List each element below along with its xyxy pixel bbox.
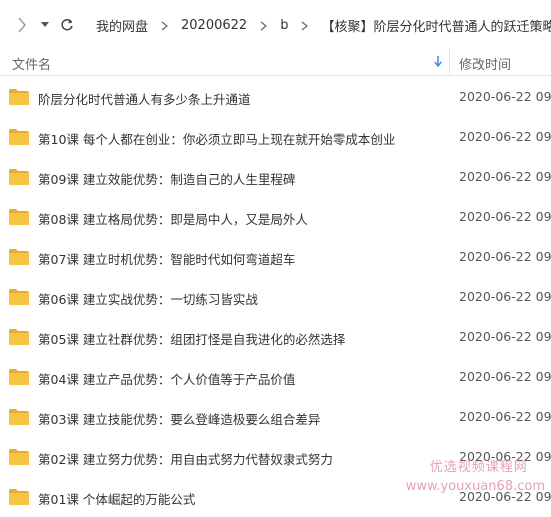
file-row[interactable]: 第07课 建立时机优势：智能时代如何弯道超车 2020-06-22 09:2 xyxy=(0,237,551,277)
file-modified-date: 2020-06-22 09:2 xyxy=(459,249,551,264)
file-row[interactable]: 阶层分化时代普通人有多少条上升通道 2020-06-22 09:2 xyxy=(0,77,551,117)
folder-icon xyxy=(9,89,29,105)
folder-icon xyxy=(9,129,29,145)
file-name: 第08课 建立格局优势：即是局中人，又是局外人 xyxy=(38,212,308,227)
folder-icon xyxy=(9,449,29,465)
breadcrumb-item[interactable]: 20200622 xyxy=(181,18,247,33)
history-dropdown-button[interactable] xyxy=(38,14,52,36)
refresh-button[interactable] xyxy=(56,14,78,36)
file-name: 阶层分化时代普通人有多少条上升通道 xyxy=(38,92,251,107)
folder-icon xyxy=(9,369,29,385)
folder-icon xyxy=(9,489,29,505)
caret-down-icon xyxy=(41,22,49,27)
column-divider[interactable] xyxy=(449,48,450,75)
file-modified-date: 2020-06-22 09:2 xyxy=(459,209,551,224)
file-modified-date: 2020-06-22 09:2 xyxy=(459,129,551,144)
breadcrumb-separator-icon xyxy=(301,21,309,31)
file-modified-date: 2020-06-22 09:2 xyxy=(459,369,551,384)
file-row[interactable]: 第05课 建立社群优势：组团打怪是自我进化的必然选择 2020-06-22 09:… xyxy=(0,317,551,357)
file-name: 第01课 个体崛起的万能公式 xyxy=(38,492,196,507)
breadcrumb-separator-icon xyxy=(161,21,168,31)
file-row[interactable]: 第10课 每个人都在创业：你必须立即马上现在就开始零成本创业 2020-06-22… xyxy=(0,117,551,157)
folder-icon xyxy=(9,289,29,305)
file-name: 第07课 建立时机优势：智能时代如何弯道超车 xyxy=(38,252,296,267)
breadcrumb: 我的网盘 20200622 b 【核聚】阶层分化时代普通人的跃迁策略 xyxy=(96,16,551,35)
folder-icon xyxy=(9,409,29,425)
column-header-name[interactable]: 文件名 xyxy=(12,54,51,73)
file-list: 阶层分化时代普通人有多少条上升通道2020-06-22 09:2第10课 每个人… xyxy=(0,77,551,517)
column-header-row: 文件名 修改时间 xyxy=(0,48,551,76)
file-modified-date: 2020-06-22 09:2 xyxy=(459,489,551,504)
file-row[interactable]: 第03课 建立技能优势：要么登峰造极要么组合差异 2020-06-22 09:2 xyxy=(0,397,551,437)
file-row[interactable]: 第01课 个体崛起的万能公式 2020-06-22 09:2 xyxy=(0,477,551,517)
forward-button[interactable] xyxy=(12,14,32,36)
breadcrumb-item-current[interactable]: 【核聚】阶层分化时代普通人的跃迁策略 xyxy=(321,16,551,35)
folder-icon xyxy=(9,169,29,185)
file-name: 第09课 建立效能优势：制造自己的人生里程碑 xyxy=(38,172,296,187)
file-modified-date: 2020-06-22 09:2 xyxy=(459,409,551,424)
file-row[interactable]: 第06课 建立实战优势：一切练习皆实战 2020-06-22 09:2 xyxy=(0,277,551,317)
file-name: 第02课 建立努力优势：用自由式努力代替奴隶式努力 xyxy=(38,452,333,467)
file-modified-date: 2020-06-22 09:2 xyxy=(459,89,551,104)
chevron-right-icon xyxy=(18,17,26,33)
file-name: 第10课 每个人都在创业：你必须立即马上现在就开始零成本创业 xyxy=(38,132,396,147)
file-row[interactable]: 第08课 建立格局优势：即是局中人，又是局外人 2020-06-22 09:2 xyxy=(0,197,551,237)
sort-arrow-down-icon[interactable] xyxy=(434,56,442,67)
folder-icon xyxy=(9,249,29,265)
file-row[interactable]: 第02课 建立努力优势：用自由式努力代替奴隶式努力 2020-06-22 09:2 xyxy=(0,437,551,477)
file-modified-date: 2020-06-22 09:2 xyxy=(459,289,551,304)
breadcrumb-separator-icon xyxy=(260,21,268,31)
folder-icon xyxy=(9,329,29,345)
folder-icon xyxy=(9,209,29,225)
breadcrumb-item[interactable]: 我的网盘 xyxy=(96,16,148,35)
file-row[interactable]: 第09课 建立效能优势：制造自己的人生里程碑 2020-06-22 09:2 xyxy=(0,157,551,197)
file-name: 第06课 建立实战优势：一切练习皆实战 xyxy=(38,292,258,307)
refresh-icon xyxy=(61,18,73,31)
breadcrumb-item[interactable]: b xyxy=(280,18,288,33)
file-modified-date: 2020-06-22 09:2 xyxy=(459,169,551,184)
column-header-date[interactable]: 修改时间 xyxy=(459,54,511,73)
file-name: 第03课 建立技能优势：要么登峰造极要么组合差异 xyxy=(38,412,321,427)
navigation-toolbar: 我的网盘 20200622 b 【核聚】阶层分化时代普通人的跃迁策略 xyxy=(0,0,551,48)
file-name: 第04课 建立产品优势：个人价值等于产品价值 xyxy=(38,372,296,387)
file-row[interactable]: 第04课 建立产品优势：个人价值等于产品价值 2020-06-22 09:2 xyxy=(0,357,551,397)
file-modified-date: 2020-06-22 09:2 xyxy=(459,329,551,344)
file-name: 第05课 建立社群优势：组团打怪是自我进化的必然选择 xyxy=(38,332,346,347)
file-modified-date: 2020-06-22 09:2 xyxy=(459,449,551,464)
